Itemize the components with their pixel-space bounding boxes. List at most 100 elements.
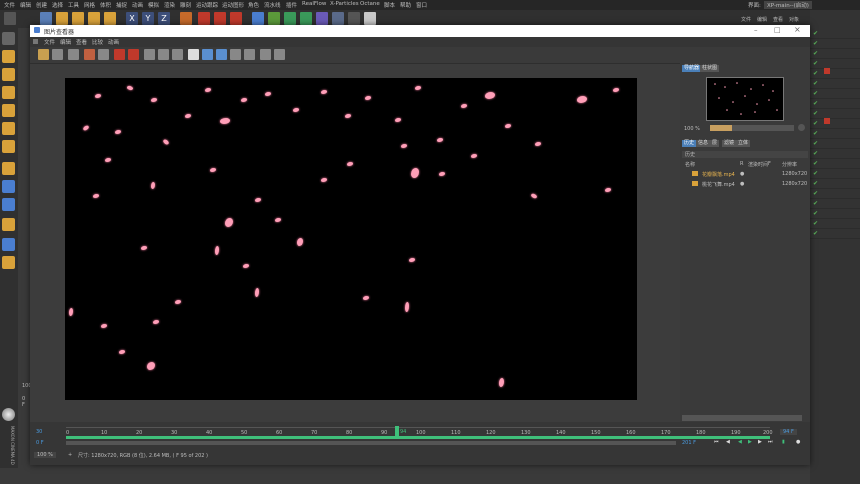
- layout-dropdown[interactable]: XP-main--(启动): [764, 1, 812, 9]
- workplane-icon[interactable]: [2, 218, 15, 231]
- b-icon[interactable]: [244, 49, 255, 60]
- object-row[interactable]: ✔: [810, 80, 860, 89]
- tab-stereo[interactable]: 立体: [736, 140, 751, 147]
- rotate-tool-icon[interactable]: [88, 12, 100, 25]
- floor-icon[interactable]: [332, 12, 344, 25]
- stop-icon[interactable]: [68, 49, 79, 60]
- zoom-slider[interactable]: [710, 125, 794, 131]
- eye-icon[interactable]: ●: [740, 181, 744, 187]
- object-row[interactable]: ✔: [810, 220, 860, 229]
- zoom-dropdown[interactable]: 100 %: [34, 452, 56, 458]
- render-icon[interactable]: [214, 12, 226, 25]
- object-row[interactable]: ✔: [810, 140, 860, 149]
- menu-snap[interactable]: 捕捉: [116, 1, 127, 9]
- array-icon[interactable]: [300, 12, 312, 25]
- polygons-icon[interactable]: [2, 140, 15, 153]
- lock-icon[interactable]: [98, 49, 109, 60]
- tab-histogram[interactable]: 柱状图: [700, 65, 720, 72]
- settings-icon[interactable]: ●: [796, 439, 800, 445]
- menu-plugins[interactable]: 插件: [286, 1, 297, 9]
- menu-render[interactable]: 渲染: [164, 1, 175, 9]
- object-row[interactable]: ✔: [810, 70, 860, 79]
- menu-xparticles[interactable]: X-Particles: [330, 1, 359, 7]
- last-frame-icon[interactable]: ⏭: [768, 439, 773, 445]
- object-row[interactable]: ✔: [810, 150, 860, 159]
- subdivision-icon[interactable]: [284, 12, 296, 25]
- viewer-menu-compare[interactable]: 比较: [92, 38, 103, 46]
- object-row[interactable]: ✔: [810, 40, 860, 49]
- range-end[interactable]: 201 F: [682, 440, 696, 446]
- x-axis-icon[interactable]: X: [126, 12, 138, 25]
- image-viewport[interactable]: [65, 78, 637, 400]
- add-icon[interactable]: +: [68, 452, 72, 458]
- tag-icon[interactable]: [824, 68, 830, 74]
- menu-animate[interactable]: 动画: [132, 1, 143, 9]
- viewer-menu-view[interactable]: 查看: [76, 38, 87, 46]
- play-icon[interactable]: ▶: [748, 439, 752, 445]
- tab-navigator[interactable]: 导航器: [682, 65, 702, 72]
- compare-a-icon[interactable]: [144, 49, 155, 60]
- save-icon[interactable]: [52, 49, 63, 60]
- history-row[interactable]: 桃花飞舞.mp4 ● 1280x720: [682, 180, 808, 188]
- mode-icon[interactable]: [2, 32, 15, 45]
- eye-icon[interactable]: ●: [740, 171, 744, 177]
- om-tab-edit[interactable]: 编辑: [757, 16, 767, 23]
- tag-icon[interactable]: [824, 118, 830, 124]
- frame-range-bar[interactable]: [66, 436, 770, 439]
- timeline-ruler[interactable]: [66, 427, 770, 428]
- object-row[interactable]: ✔: [810, 210, 860, 219]
- next-frame-icon[interactable]: ▶: [758, 439, 762, 445]
- object-row[interactable]: ✔: [810, 180, 860, 189]
- lock-icon[interactable]: [2, 238, 15, 251]
- frame-input[interactable]: 94 F: [780, 429, 797, 435]
- tab-info[interactable]: 信息: [696, 140, 711, 147]
- menu-simulate[interactable]: 模拟: [148, 1, 159, 9]
- menu-select[interactable]: 选择: [52, 1, 63, 9]
- object-row[interactable]: ✔: [810, 120, 860, 129]
- viewer-menu-animation[interactable]: 动画: [108, 38, 119, 46]
- menu-octane[interactable]: Octane: [360, 1, 380, 7]
- loop-icon[interactable]: ▮: [782, 439, 785, 445]
- grid-icon[interactable]: [2, 256, 15, 269]
- menu-pipeline[interactable]: 流水线: [264, 1, 281, 9]
- minimize-icon[interactable]: –: [754, 26, 758, 34]
- om-tab-file[interactable]: 文件: [741, 16, 751, 23]
- object-row[interactable]: ✔: [810, 30, 860, 39]
- menu-realflow[interactable]: RealFlow: [302, 1, 326, 7]
- object-row[interactable]: ✔: [810, 230, 860, 239]
- zoom-plus-icon[interactable]: [798, 124, 805, 131]
- menu-create[interactable]: 创建: [36, 1, 47, 9]
- render-icon[interactable]: [114, 49, 125, 60]
- pen-icon[interactable]: [268, 12, 280, 25]
- snap-icon[interactable]: [2, 180, 15, 193]
- menu-window[interactable]: 窗口: [416, 1, 427, 9]
- z-axis-icon[interactable]: Z: [158, 12, 170, 25]
- object-row[interactable]: ✔: [810, 130, 860, 139]
- prev-frame-icon[interactable]: ◀: [726, 439, 730, 445]
- render-region-icon[interactable]: [84, 49, 95, 60]
- timeline-left-value[interactable]: 30: [36, 429, 42, 435]
- render-settings-icon[interactable]: [230, 12, 242, 25]
- navigator-thumbnail[interactable]: [706, 77, 784, 121]
- menu-file[interactable]: 文件: [4, 1, 15, 9]
- om-tab-object[interactable]: 对象: [789, 16, 799, 23]
- compare-b-icon[interactable]: [158, 49, 169, 60]
- menu-mesh[interactable]: 网格: [84, 1, 95, 9]
- menu-character[interactable]: 角色: [248, 1, 259, 9]
- tab-layer[interactable]: 层: [710, 140, 720, 147]
- viewer-menu-file[interactable]: 文件: [44, 38, 55, 46]
- playhead[interactable]: [395, 426, 399, 436]
- object-row[interactable]: ✔: [810, 50, 860, 59]
- a-icon[interactable]: [230, 49, 241, 60]
- object-row[interactable]: ✔: [810, 160, 860, 169]
- nav-zoom-value[interactable]: 100 %: [684, 126, 700, 132]
- menu-motion-tracking[interactable]: 运动跟踪: [196, 1, 218, 9]
- menu-mograph[interactable]: 运动图形: [222, 1, 244, 9]
- camera-icon[interactable]: [348, 12, 360, 25]
- render-selected-icon[interactable]: [128, 49, 139, 60]
- undo-icon[interactable]: [4, 12, 16, 25]
- range-start[interactable]: 0 F: [36, 440, 44, 446]
- menu-sculpt[interactable]: 雕刻: [180, 1, 191, 9]
- object-row[interactable]: ✔: [810, 100, 860, 109]
- maximize-icon[interactable]: □: [774, 26, 781, 34]
